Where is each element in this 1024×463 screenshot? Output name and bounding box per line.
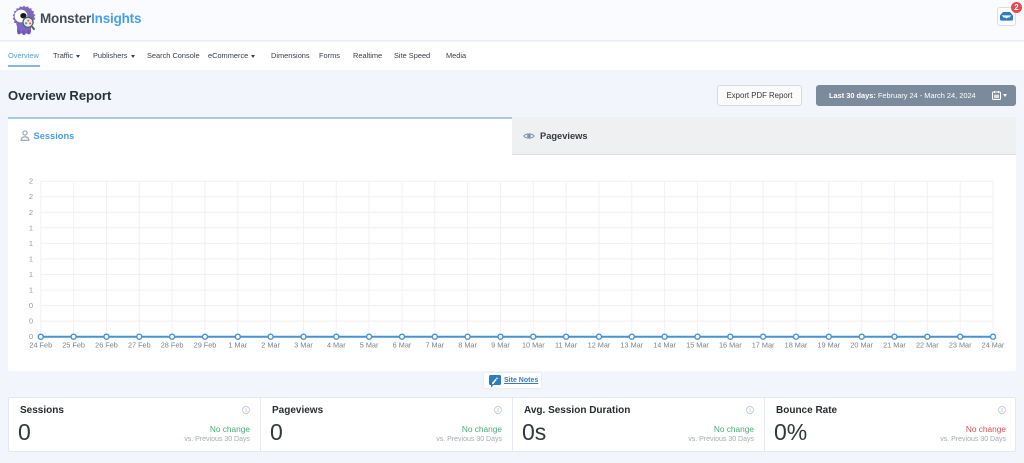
svg-text:28 Feb: 28 Feb <box>161 341 184 350</box>
svg-text:9 Mar: 9 Mar <box>491 341 510 350</box>
svg-text:23 Mar: 23 Mar <box>949 341 972 350</box>
svg-text:25 Feb: 25 Feb <box>62 341 85 350</box>
svg-text:22 Mar: 22 Mar <box>916 341 939 350</box>
svg-text:20 Mar: 20 Mar <box>850 341 873 350</box>
svg-text:1: 1 <box>29 239 33 248</box>
svg-text:27 Feb: 27 Feb <box>128 341 151 350</box>
svg-text:1: 1 <box>29 254 33 263</box>
svg-text:18 Mar: 18 Mar <box>785 341 808 350</box>
svg-text:1: 1 <box>29 286 33 295</box>
svg-text:13 Mar: 13 Mar <box>620 341 643 350</box>
svg-text:1: 1 <box>29 270 33 279</box>
svg-text:2 Mar: 2 Mar <box>261 341 280 350</box>
svg-text:26 Feb: 26 Feb <box>95 341 118 350</box>
svg-text:29 Feb: 29 Feb <box>194 341 217 350</box>
svg-text:2: 2 <box>29 192 33 201</box>
svg-text:19 Mar: 19 Mar <box>817 341 840 350</box>
svg-text:12 Mar: 12 Mar <box>588 341 611 350</box>
svg-text:7 Mar: 7 Mar <box>425 341 444 350</box>
svg-text:24 Mar: 24 Mar <box>982 341 1005 350</box>
svg-text:8 Mar: 8 Mar <box>458 341 477 350</box>
svg-text:10 Mar: 10 Mar <box>522 341 545 350</box>
svg-text:1: 1 <box>29 223 33 232</box>
svg-text:2: 2 <box>29 177 33 186</box>
svg-text:1 Mar: 1 Mar <box>228 341 247 350</box>
svg-text:16 Mar: 16 Mar <box>719 341 742 350</box>
svg-text:6 Mar: 6 Mar <box>393 341 412 350</box>
svg-text:2: 2 <box>29 208 33 217</box>
svg-text:3 Mar: 3 Mar <box>294 341 313 350</box>
svg-text:5 Mar: 5 Mar <box>360 341 379 350</box>
svg-text:15 Mar: 15 Mar <box>686 341 709 350</box>
svg-text:14 Mar: 14 Mar <box>653 341 676 350</box>
svg-text:0: 0 <box>29 317 33 326</box>
svg-text:24 Feb: 24 Feb <box>29 341 52 350</box>
svg-text:17 Mar: 17 Mar <box>752 341 775 350</box>
svg-text:11 Mar: 11 Mar <box>555 341 578 350</box>
svg-text:0: 0 <box>29 301 33 310</box>
svg-text:4 Mar: 4 Mar <box>327 341 346 350</box>
svg-text:21 Mar: 21 Mar <box>883 341 906 350</box>
